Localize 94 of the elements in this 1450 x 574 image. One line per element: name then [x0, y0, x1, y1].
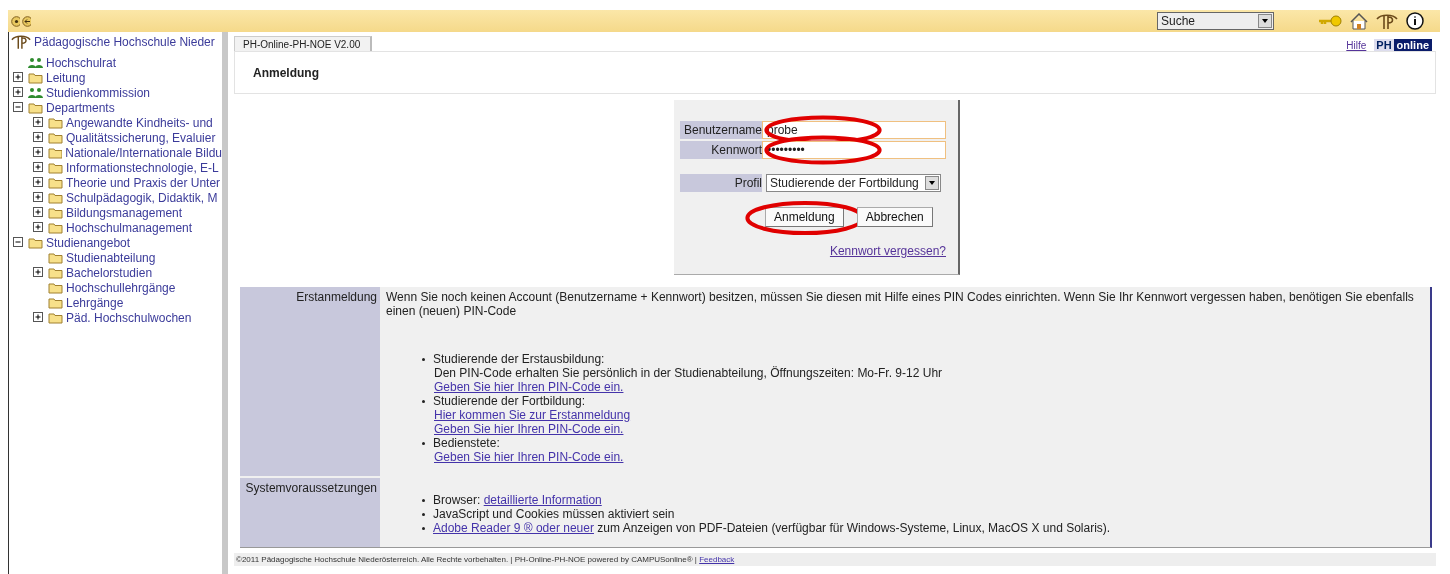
page-title: Anmeldung — [253, 65, 319, 80]
field-label: Kennwort — [680, 141, 762, 159]
tree-item[interactable]: Leitung — [46, 70, 86, 85]
bullet-icon — [422, 358, 425, 361]
folder-icon — [48, 116, 63, 129]
tree-item[interactable]: Studienabteilung — [66, 250, 156, 265]
tree-item[interactable]: Bildungsmanagement — [66, 205, 183, 220]
logo-icon — [11, 34, 31, 49]
expand-icon[interactable] — [33, 177, 44, 188]
expand-icon[interactable] — [33, 312, 44, 323]
expand-icon[interactable] — [33, 147, 44, 158]
people-icon — [28, 56, 43, 69]
tree-item[interactable]: Angewandte Kindheits- und — [66, 115, 213, 130]
field-label: Benutzername — [680, 121, 762, 139]
profile-dropdown[interactable]: Studierende der Fortbildung — [766, 174, 941, 192]
footer-text: ©2011 Pädagogische Hochschule Niederösterreich. Alle Rechte vorbehalten. | PH-Online-PH-NOE powered by CAMPUSonline® | Feedback — [236, 555, 735, 564]
tree-item[interactable]: Hochschulmanagement — [66, 220, 193, 235]
expand-icon[interactable] — [33, 222, 44, 233]
tree-item[interactable]: Qualitätssicherung, Evaluier — [66, 130, 216, 145]
tab[interactable]: PH-Online-PH-NOE V2.00 — [234, 36, 373, 51]
folder-icon — [48, 206, 63, 219]
tree-item[interactable]: Lehrgänge — [66, 295, 124, 310]
folder-icon — [48, 131, 63, 144]
tree-item[interactable]: Hochschulrat — [46, 55, 117, 70]
row-label: Erstanmeldung — [296, 290, 377, 304]
sidebar-title[interactable]: Pädagogische Hochschule Nieder — [34, 34, 215, 49]
folder-icon — [28, 101, 43, 114]
expand-icon[interactable] — [33, 162, 44, 173]
link[interactable]: detaillierte Information — [483, 493, 602, 507]
bullet-text: Studierende der Fortbildung: — [433, 394, 586, 408]
folder-icon — [48, 281, 63, 294]
tree-item[interactable]: Theorie und Praxis der Unter — [66, 175, 221, 190]
bullet-text: JavaScript und Cookies müssen aktiviert sein — [433, 507, 675, 521]
caret-icon — [1262, 19, 1268, 23]
folder-icon — [48, 251, 63, 264]
bullet-text: Bedienstete: — [433, 436, 500, 450]
logo-icon — [1376, 13, 1398, 29]
collapse-icon[interactable] — [13, 102, 24, 113]
folder-icon — [48, 221, 63, 234]
folder-icon — [48, 146, 63, 159]
expand-icon[interactable] — [33, 117, 44, 128]
search-dropdown[interactable]: Suche — [1157, 12, 1274, 30]
help-link[interactable]: Hilfe — [1346, 40, 1367, 51]
bullet-text: Browser: detaillierte Information — [433, 493, 602, 507]
row-label: Systemvoraussetzungen — [245, 481, 377, 495]
brand-logo: PH online — [1374, 39, 1432, 51]
link[interactable]: Geben Sie hier Ihren PIN-Code ein. — [434, 422, 624, 436]
expand-icon[interactable] — [33, 267, 44, 278]
expand-icon[interactable] — [33, 207, 44, 218]
link[interactable]: Adobe Reader 9 ® oder neuer — [433, 521, 594, 535]
tree-item[interactable]: Nationale/Internationale Bildu — [65, 145, 222, 160]
home-icon[interactable] — [1350, 12, 1368, 30]
folder-icon — [48, 311, 63, 324]
tree-item[interactable]: Päd. Hochschulwochen — [66, 310, 192, 325]
tree-item[interactable]: Informationstechnologie, E-L — [66, 160, 219, 175]
link[interactable]: Geben Sie hier Ihren PIN-Code ein. — [434, 450, 624, 464]
folder-icon — [28, 236, 43, 249]
button[interactable]: Anmeldung — [765, 207, 844, 227]
tree-item[interactable]: Hochschullehrgänge — [66, 280, 176, 295]
folder-icon — [48, 191, 63, 204]
bullet-icon — [422, 527, 425, 530]
back-icon[interactable] — [22, 15, 31, 27]
link[interactable]: Hier kommen Sie zur Erstanmeldung — [434, 408, 631, 422]
bullet-icon — [422, 442, 425, 445]
expand-icon[interactable] — [33, 132, 44, 143]
people-icon — [28, 86, 43, 99]
link[interactable]: Geben Sie hier Ihren PIN-Code ein. — [434, 380, 624, 394]
info-icon[interactable] — [1406, 12, 1424, 30]
tree-item[interactable]: Studienkommission — [46, 85, 151, 100]
tree-item[interactable]: Schulpädagogik, Didaktik, M — [66, 190, 218, 205]
expand-icon[interactable] — [13, 87, 24, 98]
bullet-icon — [422, 499, 425, 502]
collapse-icon[interactable] — [13, 237, 24, 248]
info-text: Den PIN-Code erhalten Sie persönlich in der Studienabteilung, Öffnungszeiten: Mo-Fr. 9-12 Uhr — [434, 366, 944, 380]
folder-icon — [48, 266, 63, 279]
tree-item[interactable]: Departments — [46, 100, 115, 115]
bullet-text: Adobe Reader 9 ® oder neuer zum Anzeigen von PDF-Dateien (verfügbar für Windows-Systeme, Linux, MacOS X und Solaris). — [433, 521, 1111, 535]
expand-icon[interactable] — [13, 72, 24, 83]
intro-text: Wenn Sie noch keinen Account (Benutzername + Kennwort) besitzen, müssen Sie diesen mit Hilfe eines PIN Codes einrichten. Wenn Sie Ihr Kennwort vergessen haben, benötigen Sie ebenfalls einen (neuen) PIN-Code — [386, 290, 1415, 318]
button[interactable]: Abbrechen — [856, 207, 933, 227]
folder-icon — [48, 176, 63, 189]
folder-icon — [48, 161, 63, 174]
expand-icon[interactable] — [33, 192, 44, 203]
forgot-password-link[interactable]: Kennwort vergessen? — [680, 244, 946, 258]
folder-icon — [28, 71, 43, 84]
feedback-link[interactable]: Feedback — [699, 555, 735, 564]
tree-item[interactable]: Studienangebot — [46, 235, 131, 250]
bullet-text: Studierende der Erstausbildung: — [433, 352, 605, 366]
folder-icon — [48, 296, 63, 309]
caret-icon — [929, 181, 935, 185]
tree-item[interactable]: Bachelorstudien — [66, 265, 153, 280]
field-label: Profil — [680, 174, 762, 192]
bullet-icon — [422, 400, 425, 403]
bullet-icon — [422, 513, 425, 516]
